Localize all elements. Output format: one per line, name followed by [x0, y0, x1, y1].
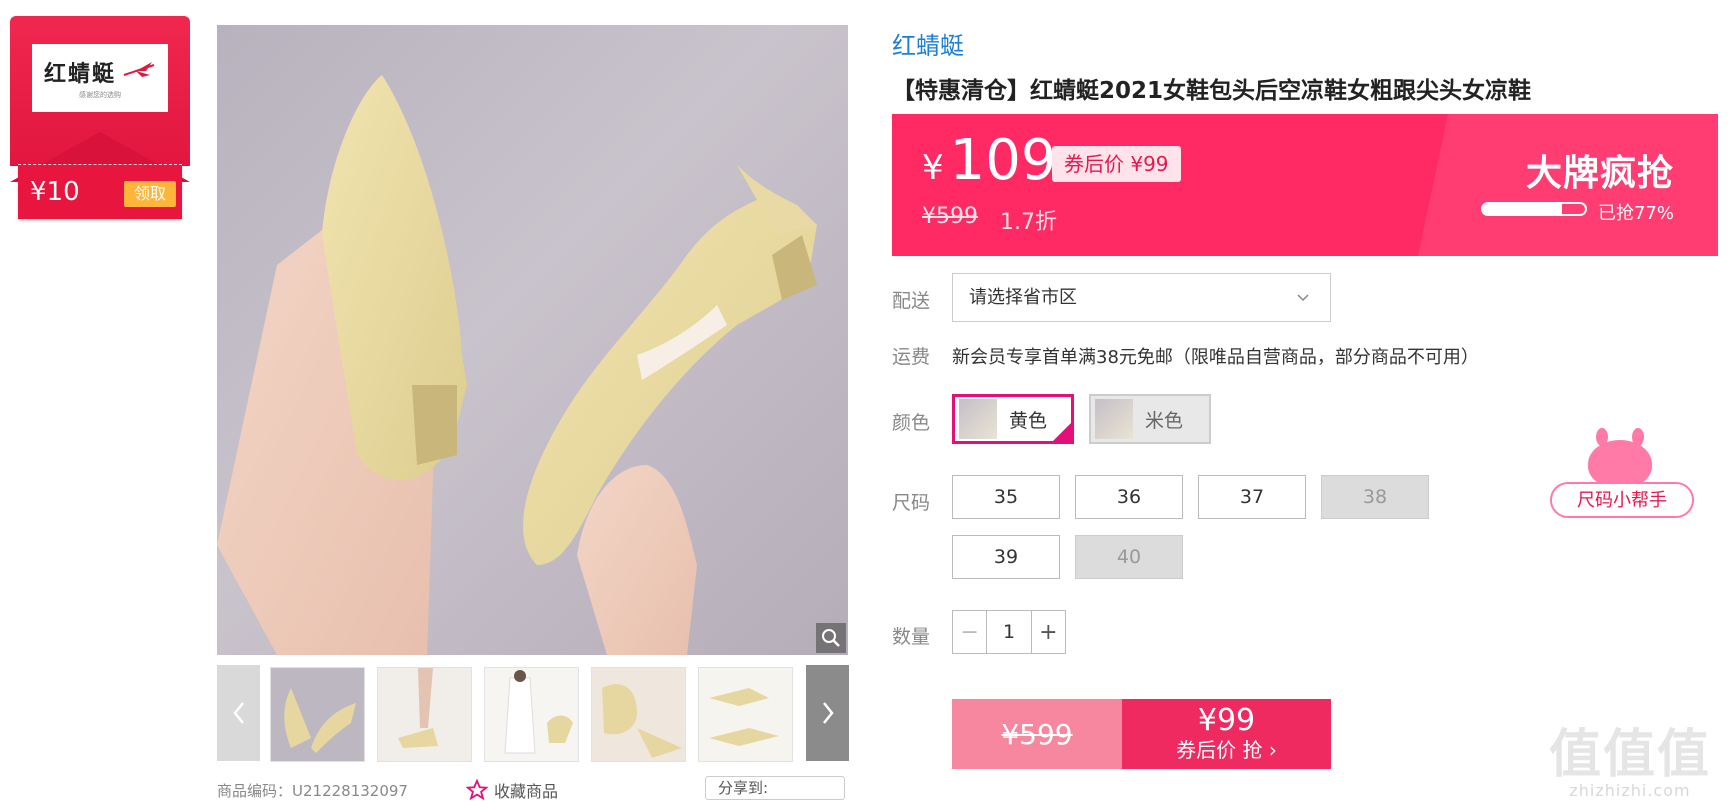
coupon-card: 红蜻蜓 感谢您的选购 ¥10 领取: [10, 16, 190, 221]
color-option-label: 米色: [1145, 409, 1184, 432]
shipping-label: 运费: [892, 346, 931, 368]
mascot-icon: [1588, 428, 1652, 488]
thumbnail-image: [271, 668, 364, 761]
chevron-right-icon: [822, 702, 834, 724]
price-banner: ¥ 109 券后价 ¥99 ¥599 1.7折 大牌疯抢 已抢77%: [892, 114, 1718, 256]
thumbnail-3[interactable]: [484, 667, 579, 762]
thumbnail-prev-button[interactable]: [217, 665, 260, 761]
buy-original-price: ¥599: [952, 699, 1122, 769]
size-option-35[interactable]: 35: [952, 475, 1060, 519]
thumbnail-5[interactable]: [698, 667, 793, 762]
brand-logo: 红蜻蜓 感谢您的选购: [32, 44, 168, 112]
buy-action-label: 券后价 抢 ›: [1176, 738, 1277, 762]
brand-link[interactable]: 红蜻蜓: [892, 26, 964, 61]
region-select-value: 请选择省市区: [969, 287, 1077, 308]
star-icon: [466, 779, 488, 801]
quantity-decrease-button[interactable]: −: [953, 611, 988, 653]
product-code: 商品编码：U21228132097: [217, 780, 408, 801]
dragonfly-icon: [123, 62, 155, 77]
product-code-label: 商品编码：: [217, 782, 293, 800]
product-code-value: U21228132097: [292, 782, 408, 800]
chevron-left-icon: [232, 702, 244, 724]
share-dropdown[interactable]: 分享到:: [705, 776, 845, 800]
size-helper[interactable]: 尺码小帮手: [1548, 428, 1696, 520]
color-swatch-image: [959, 399, 997, 439]
watermark-domain: zhizhizhi.com: [1569, 781, 1691, 800]
thumbnail-image: [592, 668, 685, 761]
selected-check-icon: [1050, 420, 1074, 444]
sold-progress-bar: [1481, 202, 1587, 216]
favorite-button[interactable]: 收藏商品: [466, 778, 558, 802]
thumbnail-image: [485, 668, 578, 761]
current-price: ¥ 109: [922, 128, 1057, 193]
brand-logo-text: 红蜻蜓: [43, 62, 116, 87]
quantity-label: 数量: [892, 626, 931, 648]
buy-coupon-action[interactable]: ¥99 券后价 抢 ›: [1122, 699, 1331, 769]
buy-button[interactable]: ¥599 ¥99 券后价 抢 ›: [952, 699, 1331, 769]
size-option-38: 38: [1321, 475, 1429, 519]
color-option-beige[interactable]: 米色: [1089, 394, 1211, 444]
main-product-image[interactable]: [217, 25, 848, 655]
delivery-label: 配送: [892, 290, 931, 312]
size-label: 尺码: [892, 492, 931, 514]
claim-coupon-button[interactable]: 领取: [124, 181, 176, 207]
discount-rate: 1.7折: [1000, 210, 1057, 235]
size-option-36[interactable]: 36: [1075, 475, 1183, 519]
product-photo: [217, 75, 817, 655]
thumbnail-next-button[interactable]: [806, 665, 849, 761]
quantity-stepper: − 1 +: [952, 610, 1066, 654]
size-helper-button[interactable]: 尺码小帮手: [1550, 482, 1694, 518]
color-option-yellow[interactable]: 黄色: [952, 394, 1074, 444]
site-watermark: 值值值 zhizhizhi.com: [1549, 712, 1711, 800]
after-coupon-badge: 券后价 ¥99: [1052, 146, 1181, 182]
color-swatch-image: [1095, 399, 1133, 439]
sold-percent-label: 已抢77%: [1597, 203, 1674, 224]
size-option-39[interactable]: 39: [952, 535, 1060, 579]
zoom-button[interactable]: [816, 623, 846, 653]
shipping-info: 新会员专享首单满38元免邮（限唯品自营商品，部分商品不可用）: [952, 347, 1479, 368]
product-title: 【特惠清仓】红蜻蜓2021女鞋包头后空凉鞋女粗跟尖头女凉鞋: [892, 78, 1532, 104]
quantity-increase-button[interactable]: +: [1030, 611, 1065, 653]
brand-logo-subtitle: 感谢您的选购: [79, 91, 121, 99]
favorite-label: 收藏商品: [494, 782, 559, 801]
chevron-down-icon: [1296, 274, 1310, 321]
size-option-40: 40: [1075, 535, 1183, 579]
thumbnail-1[interactable]: [270, 667, 365, 762]
quantity-value[interactable]: 1: [987, 611, 1030, 653]
share-label: 分享到:: [718, 779, 769, 797]
region-select[interactable]: 请选择省市区: [952, 273, 1331, 322]
coupon-amount: ¥10: [30, 177, 80, 207]
campaign-title: 大牌疯抢: [1525, 153, 1674, 194]
thumbnail-image: [378, 668, 471, 761]
thumbnail-image: [699, 668, 792, 761]
thumbnail-4[interactable]: [591, 667, 686, 762]
coupon-footer: ¥10 领取: [18, 164, 182, 219]
sold-progress-fill: [1483, 204, 1562, 214]
buy-coupon-price: ¥99: [1197, 703, 1256, 738]
original-price: ¥599: [922, 204, 978, 229]
watermark-logo: 值值值: [1548, 725, 1711, 785]
color-option-label: 黄色: [1009, 409, 1048, 432]
currency-symbol: ¥: [922, 148, 944, 188]
size-option-37[interactable]: 37: [1198, 475, 1306, 519]
thumbnail-2[interactable]: [377, 667, 472, 762]
current-price-value: 109: [949, 128, 1057, 193]
color-label: 颜色: [892, 412, 931, 434]
magnifier-icon: [822, 629, 840, 647]
